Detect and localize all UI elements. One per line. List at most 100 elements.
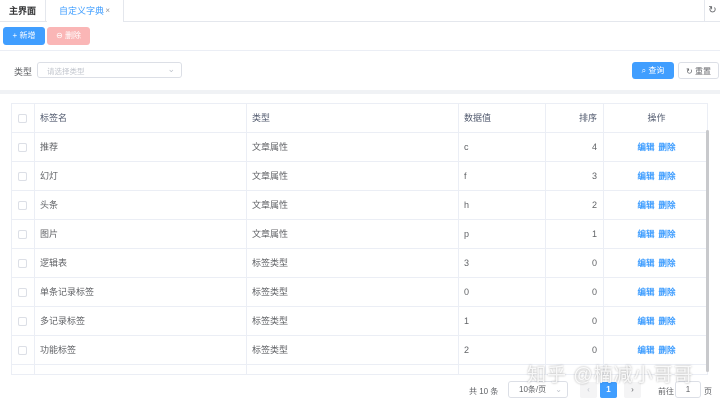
tab-custom-dictionary[interactable]: 自定义字典 × <box>47 0 124 22</box>
cell-actions: 编辑 删除 <box>604 336 707 365</box>
page-size-select[interactable]: 10条/页 ⌄ <box>508 381 568 398</box>
cell-type: 文章属性 <box>247 191 459 220</box>
cell-value <box>459 365 546 374</box>
type-select-placeholder: 请选择类型 <box>47 67 85 76</box>
cell-value: f <box>459 162 546 191</box>
cell-sort: 0 <box>546 307 604 336</box>
cell-name: 多记录标签 <box>35 307 247 336</box>
chevron-down-icon: ⌄ <box>167 64 175 74</box>
cell-sort: 0 <box>546 336 604 365</box>
cell-type <box>247 365 459 374</box>
table-scrollbar[interactable] <box>706 130 709 372</box>
cell-type: 文章属性 <box>247 133 459 162</box>
edit-link[interactable]: 编辑 <box>637 345 654 355</box>
cell-type: 文章属性 <box>247 162 459 191</box>
header-type: 类型 <box>247 104 459 133</box>
cell-type: 文章属性 <box>247 220 459 249</box>
goto-page-input[interactable]: 1 <box>675 381 701 398</box>
cell-name: 单条记录标签 <box>35 278 247 307</box>
cell-type: 标签类型 <box>247 307 459 336</box>
edit-link[interactable]: 编辑 <box>637 171 654 181</box>
cell-value: p <box>459 220 546 249</box>
row-checkbox-cell <box>12 278 35 307</box>
row-checkbox-cell <box>12 365 35 374</box>
row-checkbox-cell <box>12 191 35 220</box>
add-button[interactable]: + 新增 <box>3 27 45 45</box>
cell-type: 标签类型 <box>247 249 459 278</box>
page-1-button[interactable]: 1 <box>600 382 617 398</box>
row-checkbox[interactable] <box>18 230 27 239</box>
header-checkbox-cell <box>12 104 35 133</box>
delete-link[interactable]: 删除 <box>659 171 676 181</box>
header-sort: 排序 <box>546 104 604 133</box>
cell-type: 标签类型 <box>247 336 459 365</box>
cell-name: 图片 <box>35 220 247 249</box>
table-row: 图片 文章属性 p 1 编辑 删除 <box>12 220 707 249</box>
row-checkbox[interactable] <box>18 288 27 297</box>
cell-actions: 编辑 删除 <box>604 133 707 162</box>
cell-sort <box>546 365 604 374</box>
chevron-down-icon: ⌄ <box>555 385 562 394</box>
toolbar: + 新增 ⊖ 删除 <box>0 22 720 51</box>
tab-bar: 主界面 自定义字典 × ↻ <box>0 0 720 22</box>
table-header-row: 标签名 类型 数据值 排序 操作 <box>12 104 707 133</box>
edit-link[interactable]: 编辑 <box>637 229 654 239</box>
cell-name: 逻辑表 <box>35 249 247 278</box>
type-filter-label: 类型 <box>14 67 33 77</box>
select-all-checkbox[interactable] <box>18 114 27 123</box>
cell-value: 2 <box>459 336 546 365</box>
row-checkbox-cell <box>12 162 35 191</box>
delete-link[interactable]: 删除 <box>659 345 676 355</box>
cell-type: 标签类型 <box>247 278 459 307</box>
reset-button[interactable]: ↻ 重置 <box>678 62 719 79</box>
delete-link[interactable]: 删除 <box>659 287 676 297</box>
delete-button[interactable]: ⊖ 删除 <box>47 27 90 45</box>
refresh-icon[interactable]: ↻ <box>704 0 720 22</box>
cell-sort: 1 <box>546 220 604 249</box>
goto-unit-label: 页 <box>704 387 712 396</box>
delete-link[interactable]: 删除 <box>659 258 676 268</box>
row-checkbox-cell <box>12 336 35 365</box>
goto-label: 前往 <box>658 387 674 396</box>
header-name: 标签名 <box>35 104 247 133</box>
edit-link[interactable]: 编辑 <box>637 258 654 268</box>
delete-link[interactable]: 删除 <box>659 200 676 210</box>
cell-value: c <box>459 133 546 162</box>
cell-name: 头条 <box>35 191 247 220</box>
table-row: 功能标签 标签类型 2 0 编辑 删除 <box>12 336 707 365</box>
next-page-button[interactable]: › <box>624 382 641 398</box>
row-checkbox[interactable] <box>18 201 27 210</box>
cell-sort: 0 <box>546 249 604 278</box>
cell-name: 幻灯 <box>35 162 247 191</box>
tab-custom-dictionary-label: 自定义字典 <box>59 6 105 16</box>
query-button[interactable]: ⌕ 查询 <box>632 62 674 79</box>
edit-link[interactable]: 编辑 <box>637 200 654 210</box>
row-checkbox[interactable] <box>18 143 27 152</box>
cell-value: h <box>459 191 546 220</box>
edit-link[interactable]: 编辑 <box>637 142 654 152</box>
row-checkbox[interactable] <box>18 172 27 181</box>
cell-name: 推荐 <box>35 133 247 162</box>
cell-name <box>35 365 247 374</box>
cell-actions: 编辑 删除 <box>604 191 707 220</box>
delete-link[interactable]: 删除 <box>659 229 676 239</box>
row-checkbox-cell <box>12 307 35 336</box>
delete-link[interactable]: 删除 <box>659 142 676 152</box>
row-checkbox[interactable] <box>18 259 27 268</box>
cell-value: 0 <box>459 278 546 307</box>
data-table: 标签名 类型 数据值 排序 操作 推荐 文章属性 c 4 编辑 删除 幻灯 文章属… <box>11 103 708 375</box>
tab-home[interactable]: 主界面 <box>0 0 46 22</box>
close-icon[interactable]: × <box>105 0 110 22</box>
row-checkbox[interactable] <box>18 317 27 326</box>
row-checkbox[interactable] <box>18 346 27 355</box>
prev-page-button[interactable]: ‹ <box>580 382 597 398</box>
cell-name: 功能标签 <box>35 336 247 365</box>
row-checkbox-cell <box>12 133 35 162</box>
type-select[interactable]: 请选择类型 ⌄ <box>37 62 182 78</box>
table-row: 多记录标签 标签类型 1 0 编辑 删除 <box>12 307 707 336</box>
pagination: 共 10 条 10条/页 ⌄ ‹ 1 › 前往 1 页 <box>0 378 720 403</box>
edit-link[interactable]: 编辑 <box>637 316 654 326</box>
edit-link[interactable]: 编辑 <box>637 287 654 297</box>
delete-link[interactable]: 删除 <box>659 316 676 326</box>
cell-sort: 4 <box>546 133 604 162</box>
